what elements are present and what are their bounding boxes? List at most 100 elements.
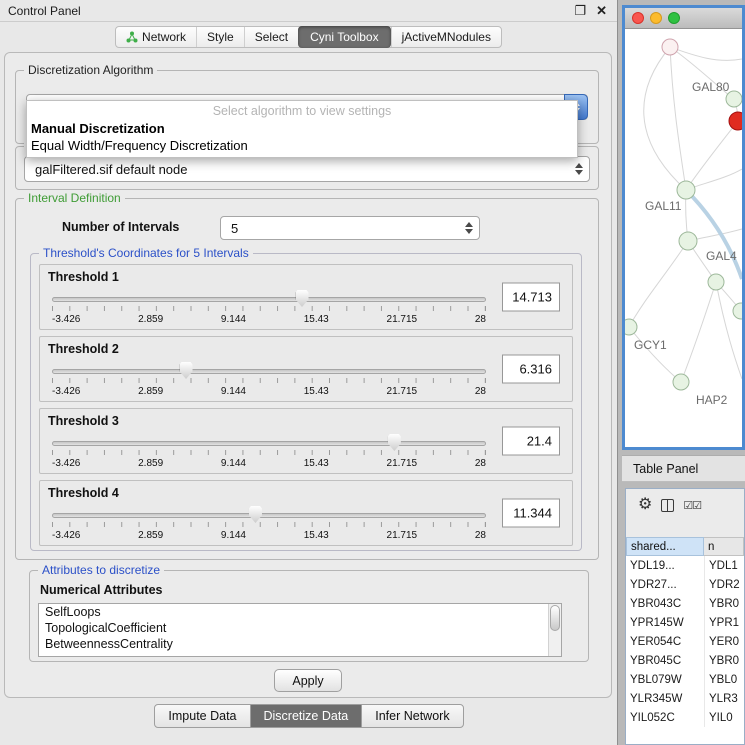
table-cell[interactable]: YBR0 <box>704 594 744 613</box>
network-node[interactable] <box>708 274 724 290</box>
table-row[interactable]: YDL19...YDL1 <box>626 556 744 575</box>
tick-label: 2.859 <box>138 530 163 541</box>
threshold-3-value-field[interactable]: 21.4 <box>502 427 560 456</box>
table-cell[interactable]: YBR045C <box>626 651 704 670</box>
scrollbar-thumb[interactable] <box>550 605 560 631</box>
table-cell[interactable]: YER0 <box>704 632 744 651</box>
tab-jactivemnodules[interactable]: jActiveMNodules <box>391 27 501 47</box>
tick-label: 15.43 <box>304 386 329 397</box>
table-row[interactable]: YIL052CYIL0 <box>626 708 744 727</box>
tab-impute-data[interactable]: Impute Data <box>154 704 250 728</box>
attributes-to-discretize-group: Attributes to discretize Numerical Attri… <box>29 570 589 662</box>
up-arrow-icon <box>465 222 473 227</box>
number-of-intervals-combobox[interactable]: 5 <box>220 216 480 240</box>
network-node[interactable] <box>673 374 689 390</box>
threshold-1-value-field[interactable]: 14.713 <box>502 283 560 312</box>
group-title: Discretization Algorithm <box>24 63 157 77</box>
close-icon[interactable]: ✕ <box>596 4 607 17</box>
slider-thumb[interactable] <box>249 506 262 523</box>
network-edge[interactable] <box>670 47 742 60</box>
checkbox-icons[interactable]: ☑☑ <box>683 499 701 512</box>
table-row[interactable]: YDR27...YDR2 <box>626 575 744 594</box>
zoom-traffic-light-icon[interactable] <box>668 12 680 24</box>
tab-discretize-data[interactable]: Discretize Data <box>250 704 363 728</box>
network-edge[interactable] <box>686 121 738 190</box>
table-cell[interactable]: YLR345W <box>626 689 704 708</box>
discretization-algorithm-group: Discretization Algorithm Select algorith… <box>15 70 599 144</box>
table-cell[interactable]: YBR0 <box>704 651 744 670</box>
network-node[interactable] <box>625 319 637 335</box>
minimize-traffic-light-icon[interactable] <box>650 12 662 24</box>
network-node[interactable] <box>677 181 695 199</box>
dropdown-option-manual-discretization[interactable]: Manual Discretization <box>27 120 577 137</box>
slider-track[interactable] <box>52 513 486 518</box>
apply-button[interactable]: Apply <box>274 669 342 692</box>
list-item[interactable]: BetweennessCentrality <box>39 636 548 652</box>
table-cell[interactable]: YDR2 <box>704 575 744 594</box>
network-window-titlebar[interactable] <box>625 8 742 29</box>
float-window-icon[interactable]: ❐ <box>574 4 586 17</box>
tab-select[interactable]: Select <box>244 27 298 47</box>
threshold-2-slider[interactable]: -3.4262.8599.14415.4321.71528 <box>52 361 486 401</box>
threshold-2-value-field[interactable]: 6.316 <box>502 355 560 384</box>
list-item[interactable]: SelfLoops <box>39 604 548 620</box>
table-cell[interactable]: YLR3 <box>704 689 744 708</box>
network-edge[interactable] <box>644 47 686 190</box>
table-cell[interactable]: YIL052C <box>626 708 704 727</box>
tick-label: 9.144 <box>221 530 246 541</box>
network-edge[interactable] <box>681 282 716 382</box>
table-row[interactable]: YBL079WYBL0 <box>626 670 744 689</box>
slider-thumb[interactable] <box>180 362 193 379</box>
tab-infer-network[interactable]: Infer Network <box>361 704 463 728</box>
network-edge[interactable] <box>629 241 688 327</box>
network-edge[interactable] <box>670 47 686 190</box>
network-node[interactable] <box>679 232 697 250</box>
table-cell[interactable]: YPR145W <box>626 613 704 632</box>
list-item[interactable]: TopologicalCoefficient <box>39 620 548 636</box>
dropdown-option-equal-width[interactable]: Equal Width/Frequency Discretization <box>27 137 577 154</box>
node-table-body: YDL19...YDL1YDR27...YDR2YBR043CYBR0YPR14… <box>626 556 744 727</box>
slider-track[interactable] <box>52 441 486 446</box>
list-scrollbar[interactable] <box>548 604 561 656</box>
threshold-3-slider[interactable]: -3.4262.8599.14415.4321.71528 <box>52 433 486 473</box>
table-row[interactable]: YBR043CYBR0 <box>626 594 744 613</box>
slider-track[interactable] <box>52 369 486 374</box>
table-row[interactable]: YBR045CYBR0 <box>626 651 744 670</box>
table-data-combobox[interactable]: galFiltered.sif default node <box>24 156 590 182</box>
slider-thumb[interactable] <box>388 434 401 451</box>
tab-style[interactable]: Style <box>196 27 244 47</box>
table-cell[interactable]: YER054C <box>626 632 704 651</box>
network-canvas[interactable]: GAL80GAL11GAL4GCY1HAP2 <box>625 29 742 447</box>
table-cell[interactable]: YDL1 <box>704 556 744 575</box>
column-header-shared-name[interactable]: shared... <box>626 537 704 556</box>
table-cell[interactable]: YBL0 <box>704 670 744 689</box>
network-edge[interactable] <box>629 327 681 382</box>
combobox-stepper-icon[interactable] <box>575 157 583 181</box>
table-row[interactable]: YPR145WYPR1 <box>626 613 744 632</box>
tab-cyni-toolbox[interactable]: Cyni Toolbox <box>298 26 390 48</box>
table-row[interactable]: YLR345WYLR3 <box>626 689 744 708</box>
combobox-stepper-icon[interactable] <box>465 217 473 239</box>
network-canvas-svg[interactable]: GAL80GAL11GAL4GCY1HAP2 <box>625 29 742 447</box>
table-cell[interactable]: YBR043C <box>626 594 704 613</box>
table-cell[interactable]: YDL19... <box>626 556 704 575</box>
table-cell[interactable]: YDR27... <box>626 575 704 594</box>
close-traffic-light-icon[interactable] <box>632 12 644 24</box>
network-node[interactable] <box>733 303 742 319</box>
network-node[interactable] <box>662 39 678 55</box>
threshold-1-slider[interactable]: -3.4262.8599.14415.4321.71528 <box>52 289 486 329</box>
network-node[interactable] <box>729 112 742 130</box>
table-cell[interactable]: YBL079W <box>626 670 704 689</box>
threshold-4-value-field[interactable]: 11.344 <box>502 499 560 528</box>
slider-thumb[interactable] <box>296 290 309 307</box>
column-header-name[interactable]: n <box>704 537 744 556</box>
threshold-4-slider[interactable]: -3.4262.8599.14415.4321.71528 <box>52 505 486 545</box>
table-cell[interactable]: YIL0 <box>704 708 744 727</box>
numerical-attributes-list[interactable]: SelfLoopsTopologicalCoefficientBetweenne… <box>38 603 562 657</box>
slider-track[interactable] <box>52 297 486 302</box>
columns-icon[interactable] <box>661 499 674 512</box>
table-row[interactable]: YER054CYER0 <box>626 632 744 651</box>
tab-network[interactable]: Network <box>116 27 196 47</box>
table-cell[interactable]: YPR1 <box>704 613 744 632</box>
gear-icon[interactable]: ⚙ <box>638 497 652 513</box>
